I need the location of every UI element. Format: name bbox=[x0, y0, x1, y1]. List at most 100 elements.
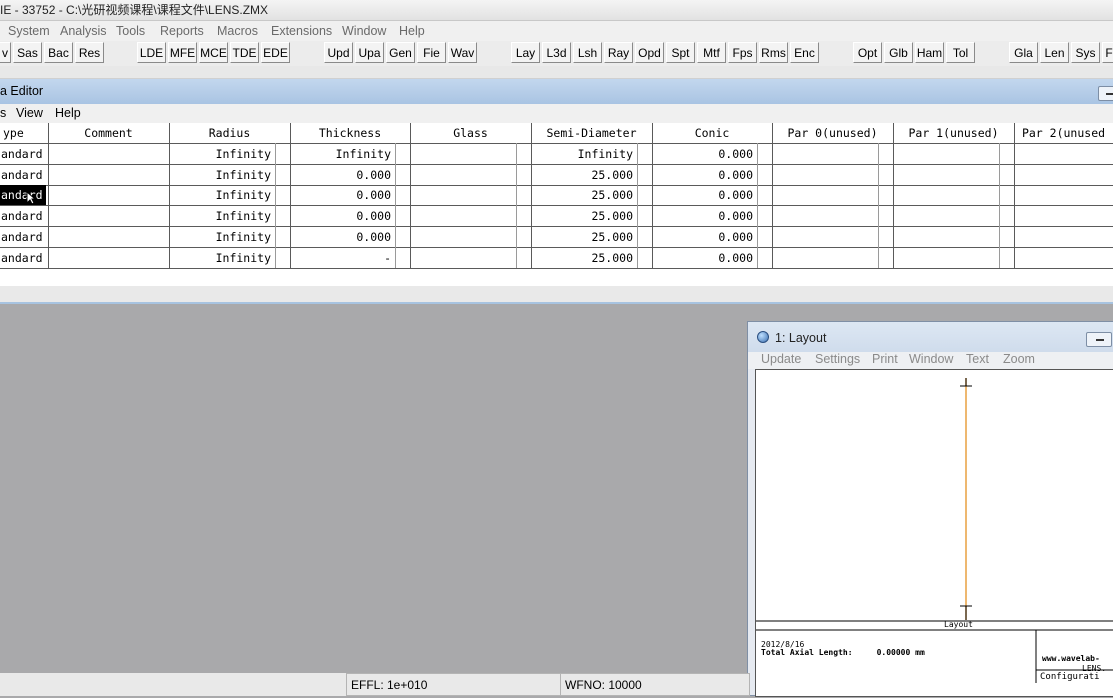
toolbar-button-tol[interactable]: Tol bbox=[946, 42, 975, 63]
toolbar-button-ham[interactable]: Ham bbox=[915, 42, 944, 63]
minimize-icon[interactable] bbox=[1086, 332, 1112, 347]
menu-analysis[interactable]: Analysis bbox=[60, 21, 107, 41]
toolbar-button-rms[interactable]: Rms bbox=[759, 42, 788, 63]
layout-menu-window[interactable]: Window bbox=[909, 352, 953, 367]
menu-reports[interactable]: Reports bbox=[160, 21, 204, 41]
cell-glass[interactable] bbox=[410, 248, 516, 268]
cell-glass[interactable] bbox=[410, 144, 516, 164]
toolbar-button-mce[interactable]: MCE bbox=[199, 42, 228, 63]
menu-system[interactable]: System bbox=[8, 21, 50, 41]
cell-conic[interactable]: 0.000 bbox=[652, 206, 757, 226]
cell-comment[interactable] bbox=[48, 185, 169, 205]
cell-thickness[interactable]: Infinity bbox=[290, 144, 395, 164]
column-header[interactable]: Par 1(unused) bbox=[893, 123, 1014, 143]
cell-radius[interactable]: Infinity bbox=[169, 227, 275, 247]
menu-help[interactable]: Help bbox=[399, 21, 425, 41]
column-header[interactable]: Conic bbox=[652, 123, 772, 143]
toolbar-button-upd[interactable]: Upd bbox=[324, 42, 353, 63]
toolbar-button-sys[interactable]: Sys bbox=[1071, 42, 1100, 63]
column-header[interactable]: Glass bbox=[410, 123, 531, 143]
toolbar-button-lsh[interactable]: Lsh bbox=[573, 42, 602, 63]
toolbar-button-len[interactable]: Len bbox=[1040, 42, 1069, 63]
cell-conic[interactable]: 0.000 bbox=[652, 144, 757, 164]
cell-type[interactable]: andard bbox=[0, 227, 48, 247]
cell-glass[interactable] bbox=[410, 185, 516, 205]
menu-macros[interactable]: Macros bbox=[217, 21, 258, 41]
cell-thickness[interactable]: 0.000 bbox=[290, 165, 395, 185]
toolbar-button-l3d[interactable]: L3d bbox=[542, 42, 571, 63]
cell-comment[interactable] bbox=[48, 144, 169, 164]
column-header[interactable]: Comment bbox=[48, 123, 169, 143]
lens-editor-menu-edit[interactable]: s bbox=[0, 104, 6, 123]
cell-radius[interactable]: Infinity bbox=[169, 144, 275, 164]
cell-semi-diameter[interactable]: 25.000 bbox=[531, 227, 637, 247]
lens-editor-menu-help[interactable]: Help bbox=[55, 104, 81, 123]
cell-conic[interactable]: 0.000 bbox=[652, 248, 757, 268]
column-header[interactable]: Semi-Diameter bbox=[531, 123, 652, 143]
toolbar-button-sas[interactable]: Sas bbox=[13, 42, 42, 63]
toolbar-button-gla[interactable]: Gla bbox=[1009, 42, 1038, 63]
layout-window-title-bar[interactable]: 1: Layout bbox=[748, 322, 1113, 352]
layout-menu-text[interactable]: Text bbox=[966, 352, 989, 367]
toolbar-button-mtf[interactable]: Mtf bbox=[697, 42, 726, 63]
toolbar-button-f[interactable]: F bbox=[1102, 42, 1113, 63]
toolbar-button-fie[interactable]: Fie bbox=[417, 42, 446, 63]
toolbar-button-mfe[interactable]: MFE bbox=[168, 42, 197, 63]
toolbar-button-fps[interactable]: Fps bbox=[728, 42, 757, 63]
cell-thickness[interactable]: 0.000 bbox=[290, 185, 395, 205]
cell-comment[interactable] bbox=[48, 206, 169, 226]
cell-radius[interactable]: Infinity bbox=[169, 248, 275, 268]
cell-type[interactable]: andard bbox=[0, 165, 48, 185]
minimize-icon[interactable] bbox=[1098, 86, 1113, 101]
toolbar-button-spt[interactable]: Spt bbox=[666, 42, 695, 63]
toolbar-button-ede[interactable]: EDE bbox=[261, 42, 290, 63]
toolbar-button-opt[interactable]: Opt bbox=[853, 42, 882, 63]
column-header[interactable]: ype bbox=[0, 123, 48, 143]
layout-menu-print[interactable]: Print bbox=[872, 352, 898, 367]
cell-radius[interactable]: Infinity bbox=[169, 206, 275, 226]
cell-type[interactable]: andard bbox=[0, 185, 46, 206]
cell-comment[interactable] bbox=[48, 248, 169, 268]
cell-conic[interactable]: 0.000 bbox=[652, 185, 757, 205]
toolbar-button-ray[interactable]: Ray bbox=[604, 42, 633, 63]
menu-extensions[interactable]: Extensions bbox=[271, 21, 332, 41]
cell-thickness[interactable]: 0.000 bbox=[290, 206, 395, 226]
column-header[interactable]: Radius bbox=[169, 123, 290, 143]
cell-type[interactable]: andard bbox=[0, 248, 48, 268]
layout-menu-zoom[interactable]: Zoom bbox=[1003, 352, 1035, 367]
cell-conic[interactable]: 0.000 bbox=[652, 227, 757, 247]
toolbar-button-v[interactable]: v bbox=[0, 42, 11, 63]
cell-thickness[interactable]: - bbox=[290, 248, 395, 268]
cell-radius[interactable]: Infinity bbox=[169, 165, 275, 185]
cell-glass[interactable] bbox=[410, 227, 516, 247]
toolbar-button-res[interactable]: Res bbox=[75, 42, 104, 63]
cell-semi-diameter[interactable]: Infinity bbox=[531, 144, 637, 164]
cell-semi-diameter[interactable]: 25.000 bbox=[531, 165, 637, 185]
cell-radius[interactable]: Infinity bbox=[169, 185, 275, 205]
toolbar-button-lde[interactable]: LDE bbox=[137, 42, 166, 63]
toolbar-button-gen[interactable]: Gen bbox=[386, 42, 415, 63]
toolbar-button-glb[interactable]: Glb bbox=[884, 42, 913, 63]
cell-type[interactable]: andard bbox=[0, 206, 48, 226]
cell-semi-diameter[interactable]: 25.000 bbox=[531, 248, 637, 268]
cell-glass[interactable] bbox=[410, 206, 516, 226]
cell-comment[interactable] bbox=[48, 227, 169, 247]
toolbar-button-bac[interactable]: Bac bbox=[44, 42, 73, 63]
cell-glass[interactable] bbox=[410, 165, 516, 185]
menu-tools[interactable]: Tools bbox=[116, 21, 145, 41]
toolbar-button-upa[interactable]: Upa bbox=[355, 42, 384, 63]
cell-comment[interactable] bbox=[48, 165, 169, 185]
toolbar-button-wav[interactable]: Wav bbox=[448, 42, 477, 63]
toolbar-button-tde[interactable]: TDE bbox=[230, 42, 259, 63]
cell-semi-diameter[interactable]: 25.000 bbox=[531, 206, 637, 226]
cell-type[interactable]: andard bbox=[0, 144, 48, 164]
lens-editor-menu-view[interactable]: View bbox=[16, 104, 43, 123]
layout-menu-settings[interactable]: Settings bbox=[815, 352, 860, 367]
lens-editor-title-bar[interactable]: a Editor bbox=[0, 79, 1113, 104]
cell-conic[interactable]: 0.000 bbox=[652, 165, 757, 185]
column-header[interactable]: Par 0(unused) bbox=[772, 123, 893, 143]
toolbar-button-lay[interactable]: Lay bbox=[511, 42, 540, 63]
column-header[interactable]: Par 2(unused bbox=[1014, 123, 1113, 143]
column-header[interactable]: Thickness bbox=[290, 123, 410, 143]
layout-menu-update[interactable]: Update bbox=[761, 352, 801, 367]
